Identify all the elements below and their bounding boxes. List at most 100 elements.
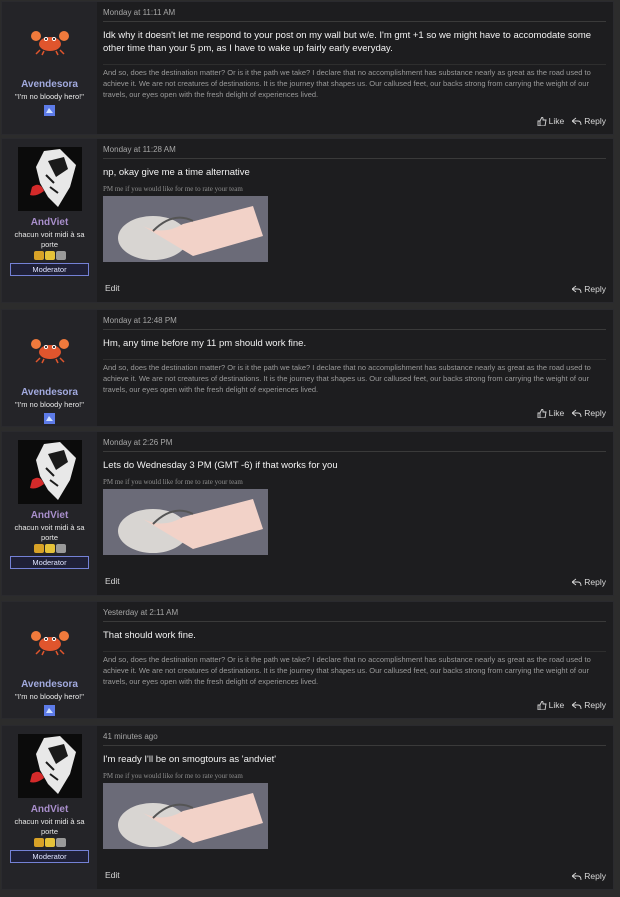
post-main: Monday at 12:48 PM Hm, any time before m…	[97, 310, 613, 426]
like-button[interactable]: Like	[537, 408, 565, 418]
avatar[interactable]	[17, 734, 82, 798]
badge-icon	[44, 838, 55, 847]
like-label: Like	[548, 408, 565, 418]
post: Avendesora "I'm no bloody hero!" Yesterd…	[1, 601, 614, 719]
avatar[interactable]	[17, 440, 82, 504]
username[interactable]: AndViet	[31, 804, 69, 815]
wolf-avatar-icon	[17, 440, 82, 504]
avatar[interactable]	[30, 334, 70, 364]
username[interactable]: AndViet	[31, 510, 69, 521]
reply-label: Reply	[584, 284, 606, 294]
post-actions: Like Reply	[537, 700, 606, 710]
post-timestamp[interactable]: Monday at 11:28 AM	[103, 145, 606, 159]
reply-icon	[572, 409, 582, 417]
role-badge: Moderator	[10, 556, 89, 569]
username[interactable]: Avendesora	[21, 387, 78, 398]
post-message: That should work fine.	[103, 630, 196, 641]
signature: And so, does the destination matter? Or …	[103, 64, 606, 100]
badge-icon	[55, 251, 66, 260]
post-message: np, okay give me a time alternative	[103, 167, 250, 178]
post-timestamp[interactable]: Monday at 2:26 PM	[103, 438, 606, 452]
wolf-avatar-icon	[17, 147, 82, 211]
signature-image	[103, 196, 268, 262]
reply-button[interactable]: Reply	[572, 871, 606, 881]
user-sidebar: AndViet chacun voit midi à sa porte Mode…	[2, 726, 97, 889]
role-badge: Moderator	[10, 850, 89, 863]
reply-label: Reply	[584, 408, 606, 418]
post-actions: Like Reply	[537, 116, 606, 126]
user-sidebar: AndViet chacun voit midi à sa porte Mode…	[2, 139, 97, 302]
badge-icon	[33, 251, 44, 260]
username[interactable]: Avendesora	[21, 679, 78, 690]
badge-icon	[55, 838, 66, 847]
reply-label: Reply	[584, 577, 606, 587]
like-button[interactable]: Like	[537, 700, 565, 710]
user-flair-icon	[44, 105, 55, 116]
user-sidebar: Avendesora "I'm no bloody hero!"	[2, 310, 97, 426]
user-title: chacun voit midi à sa porte	[14, 817, 85, 836]
post-actions: Reply	[572, 577, 606, 587]
user-badges	[33, 544, 66, 553]
post-timestamp[interactable]: Monday at 12:48 PM	[103, 316, 606, 330]
post-main: 41 minutes ago I'm ready I'll be on smog…	[97, 726, 613, 889]
reply-button[interactable]: Reply	[572, 116, 606, 126]
signature: And so, does the destination matter? Or …	[103, 651, 606, 687]
post: Avendesora "I'm no bloody hero!" Monday …	[1, 1, 614, 135]
post-message: I'm ready I'll be on smogtours as 'andvi…	[103, 754, 277, 765]
user-title: chacun voit midi à sa porte	[14, 523, 85, 542]
avatar[interactable]	[30, 26, 70, 56]
post-timestamp[interactable]: 41 minutes ago	[103, 732, 606, 746]
post-timestamp[interactable]: Yesterday at 2:11 AM	[103, 608, 606, 622]
post-main: Yesterday at 2:11 AM That should work fi…	[97, 602, 613, 718]
reply-button[interactable]: Reply	[572, 408, 606, 418]
avatar[interactable]	[30, 626, 70, 656]
like-label: Like	[548, 116, 565, 126]
badge-icon	[33, 544, 44, 553]
user-sidebar: Avendesora "I'm no bloody hero!"	[2, 602, 97, 718]
post: Avendesora "I'm no bloody hero!" Monday …	[1, 309, 614, 427]
reply-button[interactable]: Reply	[572, 284, 606, 294]
user-flair-icon	[44, 413, 55, 424]
wolf-avatar-icon	[17, 734, 82, 798]
signature: PM me if you would like for me to rate y…	[103, 185, 243, 193]
signature-image	[103, 783, 268, 849]
post-message: Idk why it doesn't let me respond to you…	[103, 30, 592, 54]
user-title: "I'm no bloody hero!"	[15, 692, 84, 701]
edit-button[interactable]: Edit	[105, 283, 120, 293]
thumbs-up-icon	[537, 700, 547, 710]
badge-icon	[33, 838, 44, 847]
role-badge: Moderator	[10, 263, 89, 276]
thumbs-up-icon	[537, 408, 547, 418]
crab-icon	[30, 339, 69, 364]
badge-icon	[44, 251, 55, 260]
crab-icon	[30, 31, 69, 56]
reply-button[interactable]: Reply	[572, 577, 606, 587]
like-label: Like	[548, 700, 565, 710]
edit-button[interactable]: Edit	[105, 576, 120, 586]
post-timestamp[interactable]: Monday at 11:11 AM	[103, 8, 606, 22]
user-sidebar: AndViet chacun voit midi à sa porte Mode…	[2, 432, 97, 595]
like-button[interactable]: Like	[537, 116, 565, 126]
user-title: chacun voit midi à sa porte	[14, 230, 85, 249]
username[interactable]: AndViet	[31, 217, 69, 228]
post-main: Monday at 2:26 PM Lets do Wednesday 3 PM…	[97, 432, 613, 595]
badge-icon	[55, 544, 66, 553]
user-sidebar: Avendesora "I'm no bloody hero!"	[2, 2, 97, 134]
reply-button[interactable]: Reply	[572, 700, 606, 710]
avatar[interactable]	[17, 147, 82, 211]
reply-icon	[572, 285, 582, 293]
post: AndViet chacun voit midi à sa porte Mode…	[1, 725, 614, 890]
reply-icon	[572, 578, 582, 586]
user-badges	[33, 838, 66, 847]
reply-label: Reply	[584, 116, 606, 126]
username[interactable]: Avendesora	[21, 79, 78, 90]
edit-button[interactable]: Edit	[105, 870, 120, 880]
user-flair-icon	[44, 705, 55, 716]
signature: PM me if you would like for me to rate y…	[103, 772, 243, 780]
post: AndViet chacun voit midi à sa porte Mode…	[1, 138, 614, 303]
reply-icon	[572, 701, 582, 709]
post-actions: Reply	[572, 284, 606, 294]
user-title: "I'm no bloody hero!"	[15, 92, 84, 101]
post-actions: Like Reply	[537, 408, 606, 418]
signature: PM me if you would like for me to rate y…	[103, 478, 243, 486]
